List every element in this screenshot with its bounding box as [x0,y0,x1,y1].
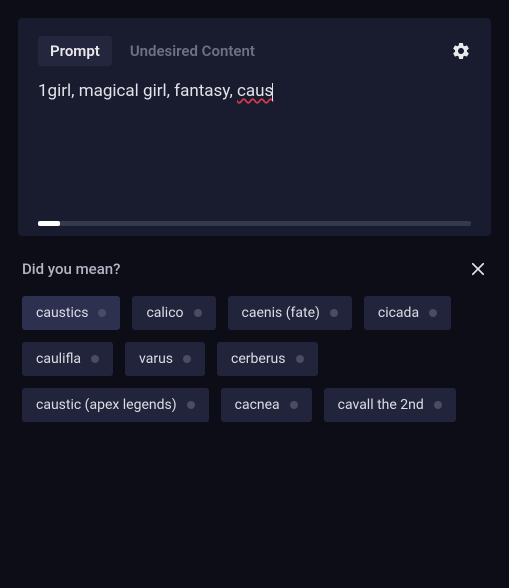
suggestion-chip-label: cavall the 2nd [338,397,424,413]
token-progress-fill [38,221,60,226]
dot-icon [98,309,106,317]
tabs-row: Prompt Undesired Content [38,36,471,66]
dot-icon [434,401,442,409]
suggestion-chip[interactable]: varus [125,342,205,376]
suggestion-chip[interactable]: cicada [364,296,451,330]
suggestion-chip-label: caenis (fate) [242,305,320,321]
dot-icon [183,355,191,363]
prompt-panel: Prompt Undesired Content 1girl, magical … [18,18,491,236]
tab-undesired-content[interactable]: Undesired Content [118,36,267,66]
dot-icon [296,355,304,363]
suggestion-chip[interactable]: cerberus [217,342,317,376]
close-icon[interactable] [469,260,487,278]
suggestion-chip-label: caustics [36,305,88,321]
text-caret [272,83,273,101]
prompt-input[interactable]: 1girl, magical girl, fantasy, caus [38,80,471,215]
dot-icon [290,401,298,409]
suggestion-chip-label: cacnea [235,397,280,413]
dot-icon [429,309,437,317]
gear-icon[interactable] [451,41,471,61]
suggestion-chip[interactable]: caenis (fate) [228,296,352,330]
token-progress-track [38,221,471,226]
suggestion-chip[interactable]: cacnea [221,388,312,422]
suggestion-chip[interactable]: cavall the 2nd [324,388,456,422]
dot-icon [194,309,202,317]
suggestion-chip[interactable]: caustic (apex legends) [22,388,209,422]
suggestion-chip-label: calico [146,305,183,321]
suggestion-chip[interactable]: caustics [22,296,120,330]
suggestion-chip-label: caustic (apex legends) [36,397,177,413]
dot-icon [187,401,195,409]
suggestion-chip[interactable]: calico [132,296,215,330]
suggestion-chip[interactable]: caulifla [22,342,113,376]
suggestion-chip-label: caulifla [36,351,81,367]
dot-icon [330,309,338,317]
suggestions-header: Did you mean? [22,260,487,278]
suggestions-title: Did you mean? [22,260,120,278]
dot-icon [91,355,99,363]
suggestion-chip-label: cerberus [231,351,285,367]
suggestions-panel: Did you mean? caustics calico caenis (fate… [18,260,491,422]
prompt-value-prefix: 1girl, magical girl, fantasy, [38,81,237,101]
suggestion-chip-label: varus [139,351,173,367]
suggestion-chips: caustics calico caenis (fate) cicada caulifl… [22,296,487,422]
suggestion-chip-label: cicada [378,305,419,321]
tab-prompt[interactable]: Prompt [38,36,112,66]
prompt-value-partial: caus [237,81,273,101]
